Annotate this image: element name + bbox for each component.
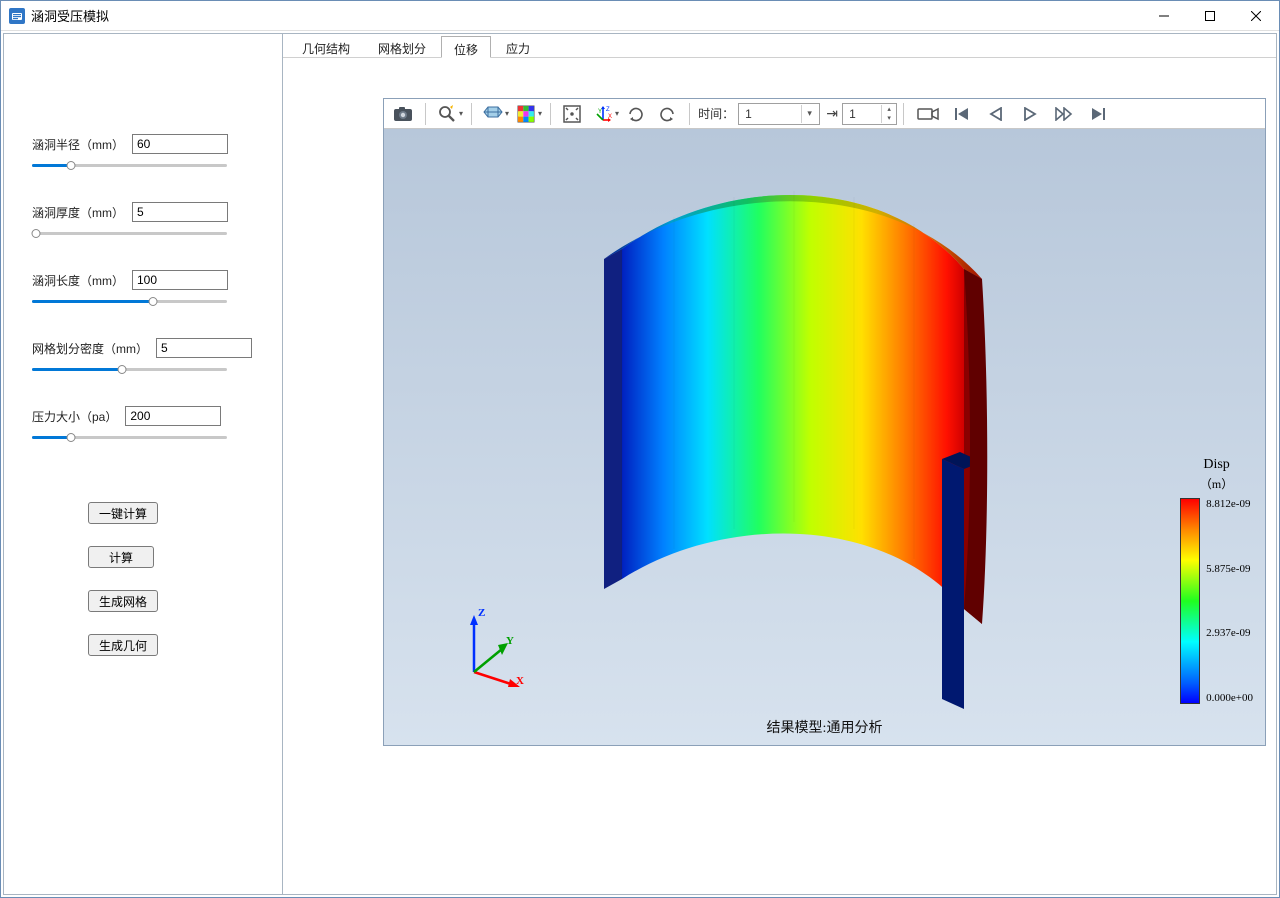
goto-start-button[interactable] <box>948 102 976 126</box>
chevron-down-icon[interactable]: ▾ <box>801 105 817 123</box>
axis-z-label: Z <box>478 607 485 619</box>
rotate-right-button[interactable] <box>652 101 682 127</box>
snapshot-button[interactable] <box>388 101 418 127</box>
sidebar: 涵洞半径（mm） 涵洞厚度（mm） 涵洞长度（mm） <box>3 33 283 895</box>
one-click-compute-button[interactable]: 一键计算 <box>88 502 158 524</box>
step-spinner[interactable]: 1 ▴▾ <box>842 103 897 125</box>
play-button[interactable] <box>1016 102 1044 126</box>
legend-tick: 8.812e-09 <box>1206 498 1253 510</box>
view-style-dropdown-icon[interactable]: ▾ <box>505 109 509 118</box>
window-title: 涵洞受压模拟 <box>31 6 1141 25</box>
minimize-button[interactable] <box>1141 1 1187 30</box>
axis-y-label: Y <box>506 635 514 647</box>
generate-geometry-button[interactable]: 生成几何 <box>88 634 158 656</box>
spinner-up-icon[interactable]: ▴ <box>882 105 896 114</box>
param-label: 涵洞半径（mm） <box>32 136 124 153</box>
action-buttons: 一键计算 计算 生成网格 生成几何 <box>88 502 254 656</box>
model-render <box>594 189 994 709</box>
mesh-density-input[interactable] <box>156 338 252 358</box>
axes-dropdown-icon[interactable]: ▾ <box>615 109 619 118</box>
legend-tick: 5.875e-09 <box>1206 563 1253 575</box>
step-back-button[interactable] <box>982 102 1010 126</box>
app-icon <box>9 8 25 24</box>
legend-unit: （m） <box>1200 475 1233 492</box>
param-label: 涵洞厚度（mm） <box>32 204 124 221</box>
time-value: 1 <box>745 107 797 121</box>
pressure-input[interactable] <box>125 406 221 426</box>
result-model-label: 结果模型:通用分析 <box>767 717 883 737</box>
length-input[interactable] <box>132 270 228 290</box>
length-slider[interactable] <box>32 294 227 308</box>
param-thickness: 涵洞厚度（mm） <box>32 202 254 240</box>
legend-tick: 0.000e+00 <box>1206 692 1253 704</box>
viewport: ▾ ▾ ▾ <box>383 98 1266 746</box>
viewport-wrap: ▾ ▾ ▾ <box>283 58 1276 894</box>
tab-displacement[interactable]: 位移 <box>441 36 491 58</box>
color-legend: Disp （m） 8.812e-09 5.875e-09 2.937e-09 0… <box>1180 457 1253 704</box>
legend-title: Disp <box>1203 457 1229 473</box>
colormap-dropdown-icon[interactable]: ▾ <box>538 109 542 118</box>
main-panel: 几何结构 网格划分 位移 应力 ▾ <box>282 33 1277 895</box>
view-style-button[interactable] <box>478 101 508 127</box>
param-label: 涵洞长度（mm） <box>32 272 124 289</box>
param-radius: 涵洞半径（mm） <box>32 134 254 172</box>
record-button[interactable] <box>914 102 942 126</box>
svg-text:X: X <box>608 114 612 120</box>
time-combo[interactable]: 1 ▾ <box>738 103 820 125</box>
param-label: 压力大小（pa） <box>32 408 117 425</box>
step-right-icon[interactable]: ⇥ <box>824 103 840 125</box>
svg-text:Y: Y <box>598 109 602 115</box>
maximize-button[interactable] <box>1187 1 1233 30</box>
zoom-button[interactable] <box>432 101 462 127</box>
param-length: 涵洞长度（mm） <box>32 270 254 308</box>
body: 涵洞半径（mm） 涵洞厚度（mm） 涵洞长度（mm） <box>1 31 1279 897</box>
playback-controls <box>914 102 1112 126</box>
mesh-density-slider[interactable] <box>32 362 227 376</box>
colormap-button[interactable] <box>511 101 541 127</box>
param-pressure: 压力大小（pa） <box>32 406 254 444</box>
app-window: 涵洞受压模拟 涵洞半径（mm） 涵洞厚度（mm） <box>0 0 1280 898</box>
time-label: 时间： <box>698 105 734 122</box>
spinner-down-icon[interactable]: ▾ <box>882 114 896 123</box>
step-forward-button[interactable] <box>1050 102 1078 126</box>
svg-text:Z: Z <box>606 107 610 113</box>
goto-end-button[interactable] <box>1084 102 1112 126</box>
result-canvas[interactable]: Z Y X 结果模型:通用分析 Disp （m） 8.812e-09 <box>384 129 1265 745</box>
tab-mesh[interactable]: 网格划分 <box>365 35 439 57</box>
viewport-toolbar: ▾ ▾ ▾ <box>384 99 1265 129</box>
param-label: 网格划分密度（mm） <box>32 340 148 357</box>
tab-geometry[interactable]: 几何结构 <box>289 35 363 57</box>
param-mesh-density: 网格划分密度（mm） <box>32 338 254 376</box>
close-button[interactable] <box>1233 1 1279 30</box>
fit-view-button[interactable] <box>557 101 587 127</box>
window-controls <box>1141 1 1279 30</box>
rotate-left-button[interactable] <box>621 101 651 127</box>
titlebar: 涵洞受压模拟 <box>1 1 1279 31</box>
axis-triad: Z Y X <box>454 607 534 687</box>
pressure-slider[interactable] <box>32 430 227 444</box>
tab-stress[interactable]: 应力 <box>493 35 543 57</box>
zoom-dropdown-icon[interactable]: ▾ <box>459 109 463 118</box>
axes-button[interactable]: ZYX <box>588 101 618 127</box>
radius-slider[interactable] <box>32 158 227 172</box>
generate-mesh-button[interactable]: 生成网格 <box>88 590 158 612</box>
tab-bar: 几何结构 网格划分 位移 应力 <box>283 34 1276 58</box>
radius-input[interactable] <box>132 134 228 154</box>
legend-color-bar <box>1180 498 1200 704</box>
compute-button[interactable]: 计算 <box>88 546 154 568</box>
legend-tick: 2.937e-09 <box>1206 627 1253 639</box>
thickness-input[interactable] <box>132 202 228 222</box>
axis-x-label: X <box>516 675 524 687</box>
thickness-slider[interactable] <box>32 226 227 240</box>
step-value: 1 <box>849 107 881 121</box>
